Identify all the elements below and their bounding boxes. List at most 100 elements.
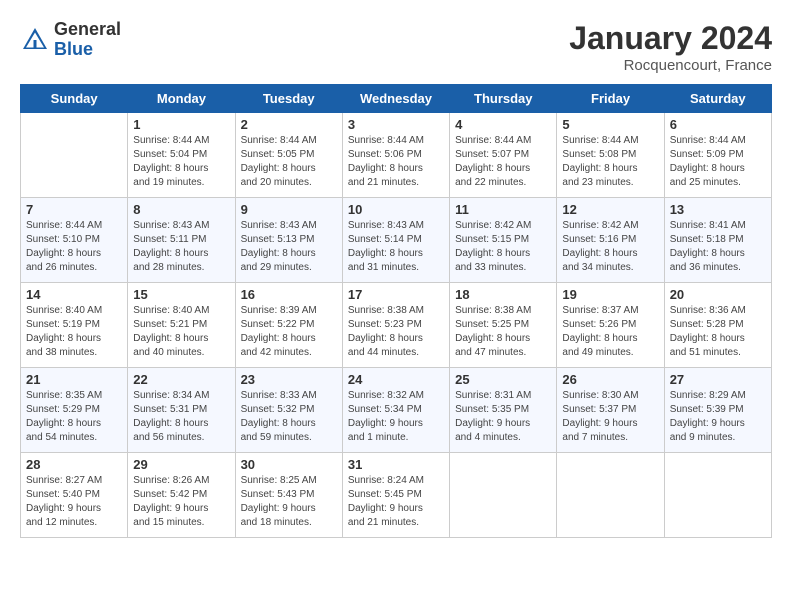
logo-general-text: General [54,20,121,40]
day-info: Sunrise: 8:31 AM Sunset: 5:35 PM Dayligh… [455,389,551,445]
calendar-cell: 25 Sunrise: 8:31 AM Sunset: 5:35 PM Dayli… [450,368,557,453]
calendar-week-1: 1 Sunrise: 8:44 AM Sunset: 5:04 PM Daylig… [21,113,772,198]
day-info: Sunrise: 8:44 AM Sunset: 5:09 PM Dayligh… [670,134,766,190]
day-info: Sunrise: 8:44 AM Sunset: 5:07 PM Dayligh… [455,134,551,190]
day-number: 15 [133,287,229,302]
title-block: January 2024 Rocquencourt, France [569,20,772,74]
calendar-week-4: 21 Sunrise: 8:35 AM Sunset: 5:29 PM Dayli… [21,368,772,453]
day-number: 10 [348,202,444,217]
day-info: Sunrise: 8:38 AM Sunset: 5:23 PM Dayligh… [348,304,444,360]
calendar-cell: 13 Sunrise: 8:41 AM Sunset: 5:18 PM Dayli… [664,198,771,283]
day-number: 4 [455,117,551,132]
calendar-cell: 7Sunrise: 8:44 AM Sunset: 5:10 PM Daylig… [21,198,128,283]
day-number: 5 [562,117,658,132]
day-number: 29 [133,457,229,472]
day-info: Sunrise: 8:44 AM Sunset: 5:05 PM Dayligh… [241,134,337,190]
day-number: 3 [348,117,444,132]
calendar-cell: 1 Sunrise: 8:44 AM Sunset: 5:04 PM Daylig… [128,113,235,198]
day-number: 6 [670,117,766,132]
column-header-saturday: Saturday [664,85,771,113]
calendar-cell: 23Sunrise: 8:33 AM Sunset: 5:32 PM Dayli… [235,368,342,453]
logo-blue-text: Blue [54,40,121,60]
calendar-cell: 15 Sunrise: 8:40 AM Sunset: 5:21 PM Dayli… [128,283,235,368]
day-info: Sunrise: 8:36 AM Sunset: 5:28 PM Dayligh… [670,304,766,360]
calendar-cell: 19Sunrise: 8:37 AM Sunset: 5:26 PM Dayli… [557,283,664,368]
calendar-cell: 26 Sunrise: 8:30 AM Sunset: 5:37 PM Dayli… [557,368,664,453]
day-number: 12 [562,202,658,217]
day-number: 27 [670,372,766,387]
day-number: 18 [455,287,551,302]
day-info: Sunrise: 8:24 AM Sunset: 5:45 PM Dayligh… [348,474,444,530]
day-number: 1 [133,117,229,132]
calendar-cell: 24Sunrise: 8:32 AM Sunset: 5:34 PM Dayli… [342,368,449,453]
day-info: Sunrise: 8:43 AM Sunset: 5:13 PM Dayligh… [241,219,337,275]
day-info: Sunrise: 8:42 AM Sunset: 5:16 PM Dayligh… [562,219,658,275]
day-number: 22 [133,372,229,387]
logo-icon [20,25,50,55]
column-header-wednesday: Wednesday [342,85,449,113]
day-number: 14 [26,287,122,302]
calendar-cell: 12 Sunrise: 8:42 AM Sunset: 5:16 PM Dayli… [557,198,664,283]
calendar-cell: 29Sunrise: 8:26 AM Sunset: 5:42 PM Dayli… [128,453,235,538]
column-header-monday: Monday [128,85,235,113]
day-number: 8 [133,202,229,217]
day-number: 25 [455,372,551,387]
day-number: 23 [241,372,337,387]
day-info: Sunrise: 8:29 AM Sunset: 5:39 PM Dayligh… [670,389,766,445]
day-number: 20 [670,287,766,302]
calendar-week-3: 14 Sunrise: 8:40 AM Sunset: 5:19 PM Dayli… [21,283,772,368]
day-info: Sunrise: 8:43 AM Sunset: 5:11 PM Dayligh… [133,219,229,275]
day-info: Sunrise: 8:40 AM Sunset: 5:19 PM Dayligh… [26,304,122,360]
calendar-table: SundayMondayTuesdayWednesdayThursdayFrid… [20,84,772,538]
month-title: January 2024 [569,20,772,57]
calendar-cell [557,453,664,538]
day-info: Sunrise: 8:27 AM Sunset: 5:40 PM Dayligh… [26,474,122,530]
page-header: General Blue January 2024 Rocquencourt, … [20,20,772,74]
calendar-cell: 9 Sunrise: 8:43 AM Sunset: 5:13 PM Daylig… [235,198,342,283]
day-info: Sunrise: 8:44 AM Sunset: 5:04 PM Dayligh… [133,134,229,190]
calendar-cell: 28 Sunrise: 8:27 AM Sunset: 5:40 PM Dayli… [21,453,128,538]
day-info: Sunrise: 8:41 AM Sunset: 5:18 PM Dayligh… [670,219,766,275]
day-info: Sunrise: 8:42 AM Sunset: 5:15 PM Dayligh… [455,219,551,275]
calendar-cell: 17Sunrise: 8:38 AM Sunset: 5:23 PM Dayli… [342,283,449,368]
day-info: Sunrise: 8:34 AM Sunset: 5:31 PM Dayligh… [133,389,229,445]
day-number: 2 [241,117,337,132]
calendar-cell: 4 Sunrise: 8:44 AM Sunset: 5:07 PM Daylig… [450,113,557,198]
calendar-cell: 27 Sunrise: 8:29 AM Sunset: 5:39 PM Dayli… [664,368,771,453]
day-info: Sunrise: 8:25 AM Sunset: 5:43 PM Dayligh… [241,474,337,530]
day-number: 7 [26,202,122,217]
day-info: Sunrise: 8:44 AM Sunset: 5:06 PM Dayligh… [348,134,444,190]
day-info: Sunrise: 8:39 AM Sunset: 5:22 PM Dayligh… [241,304,337,360]
calendar-cell: 2 Sunrise: 8:44 AM Sunset: 5:05 PM Daylig… [235,113,342,198]
calendar-cell: 10Sunrise: 8:43 AM Sunset: 5:14 PM Dayli… [342,198,449,283]
calendar-cell [450,453,557,538]
calendar-cell: 14 Sunrise: 8:40 AM Sunset: 5:19 PM Dayli… [21,283,128,368]
calendar-cell: 16 Sunrise: 8:39 AM Sunset: 5:22 PM Dayli… [235,283,342,368]
day-number: 30 [241,457,337,472]
location: Rocquencourt, France [569,57,772,74]
day-number: 16 [241,287,337,302]
calendar-cell: 3 Sunrise: 8:44 AM Sunset: 5:06 PM Daylig… [342,113,449,198]
column-header-thursday: Thursday [450,85,557,113]
logo: General Blue [20,20,121,60]
column-header-sunday: Sunday [21,85,128,113]
day-info: Sunrise: 8:35 AM Sunset: 5:29 PM Dayligh… [26,389,122,445]
day-info: Sunrise: 8:44 AM Sunset: 5:08 PM Dayligh… [562,134,658,190]
day-number: 19 [562,287,658,302]
calendar-cell [21,113,128,198]
calendar-cell: 22 Sunrise: 8:34 AM Sunset: 5:31 PM Dayli… [128,368,235,453]
day-number: 21 [26,372,122,387]
calendar-cell: 18 Sunrise: 8:38 AM Sunset: 5:25 PM Dayli… [450,283,557,368]
calendar-cell: 31Sunrise: 8:24 AM Sunset: 5:45 PM Dayli… [342,453,449,538]
day-info: Sunrise: 8:30 AM Sunset: 5:37 PM Dayligh… [562,389,658,445]
calendar-cell: 8 Sunrise: 8:43 AM Sunset: 5:11 PM Daylig… [128,198,235,283]
day-number: 28 [26,457,122,472]
calendar-cell: 11Sunrise: 8:42 AM Sunset: 5:15 PM Dayli… [450,198,557,283]
day-info: Sunrise: 8:40 AM Sunset: 5:21 PM Dayligh… [133,304,229,360]
day-number: 13 [670,202,766,217]
day-info: Sunrise: 8:38 AM Sunset: 5:25 PM Dayligh… [455,304,551,360]
day-number: 9 [241,202,337,217]
column-header-tuesday: Tuesday [235,85,342,113]
day-number: 26 [562,372,658,387]
day-number: 24 [348,372,444,387]
